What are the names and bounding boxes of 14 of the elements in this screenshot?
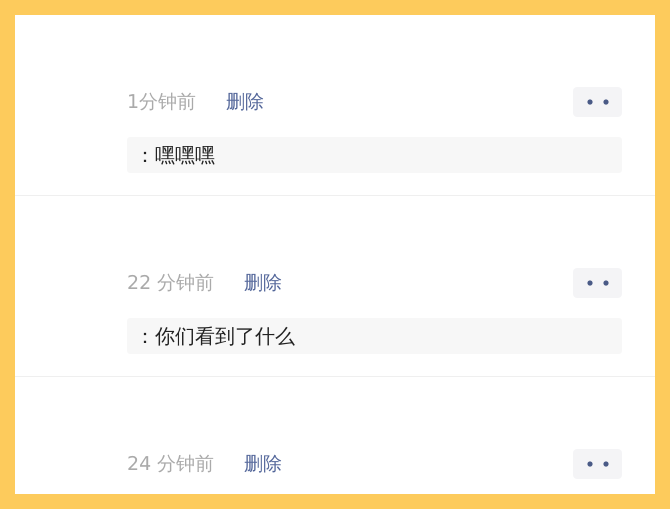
more-button[interactable] xyxy=(573,268,622,298)
timestamp: 1分钟前 xyxy=(127,90,196,115)
dots-icon xyxy=(586,461,608,467)
dots-icon xyxy=(586,280,608,286)
delete-link[interactable]: 删除 xyxy=(226,89,264,115)
delete-link[interactable]: 删除 xyxy=(244,451,282,477)
timestamp: 22 分钟前 xyxy=(127,271,214,296)
more-button[interactable] xyxy=(573,87,622,117)
timestamp: 24 分钟前 xyxy=(127,452,214,477)
more-button[interactable] xyxy=(573,449,622,479)
dots-icon xyxy=(586,99,608,105)
comment-text: ：你们看到了什么 xyxy=(127,318,622,354)
comment-text: ：嘿嘿嘿 xyxy=(127,137,622,173)
delete-link[interactable]: 删除 xyxy=(244,270,282,296)
